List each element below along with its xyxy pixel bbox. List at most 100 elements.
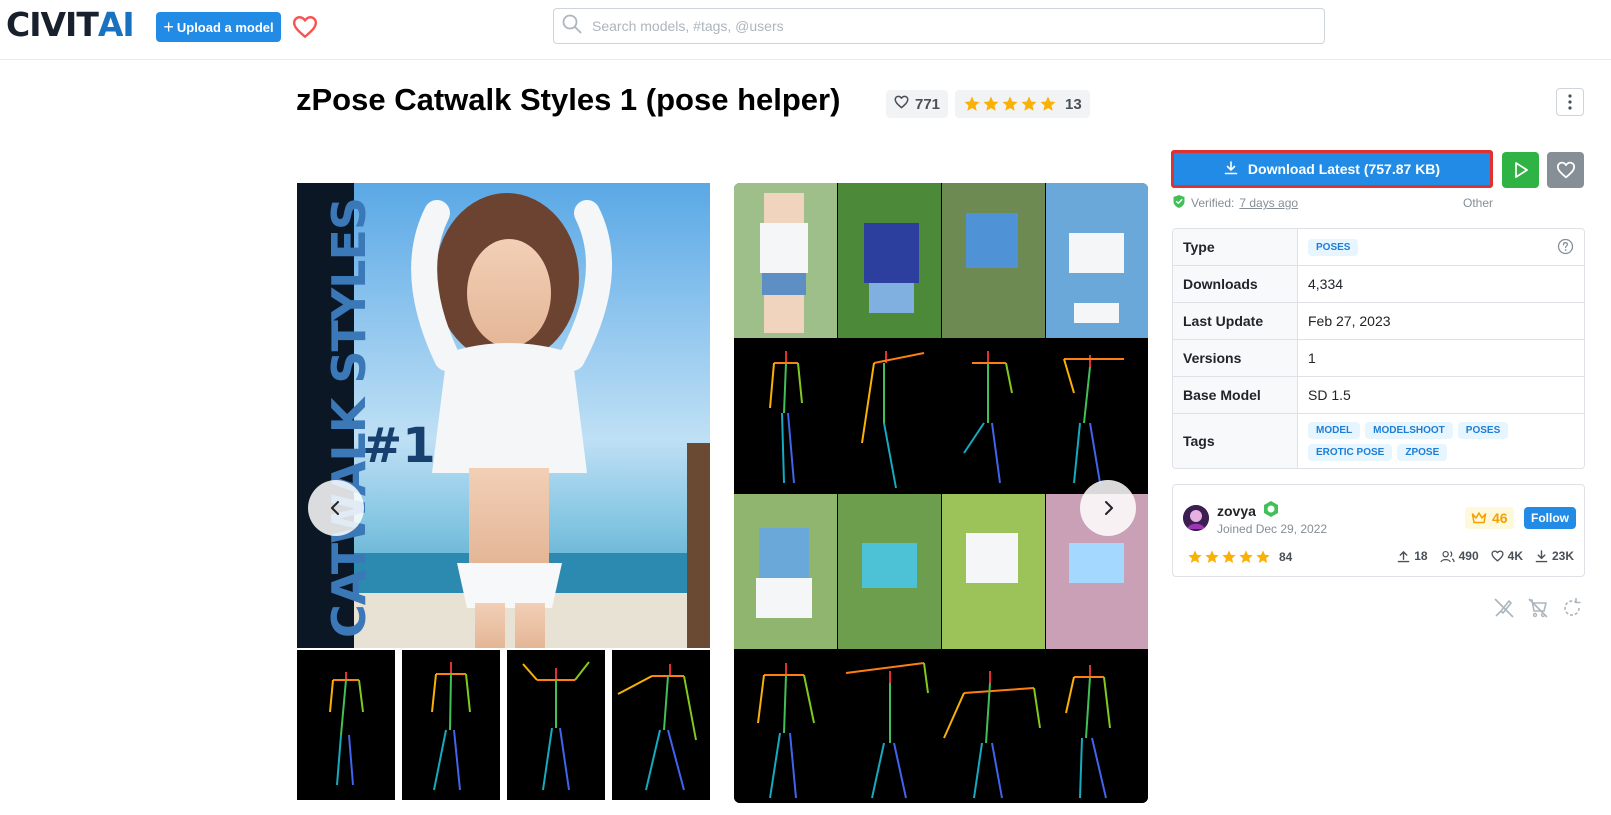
creator-downloads-stat: 23K — [1535, 549, 1574, 563]
star-icon — [1188, 550, 1202, 563]
model-details-table: Type POSES Downloads 4,334 Last Update F… — [1172, 228, 1585, 469]
license-label: Other — [1463, 196, 1494, 210]
star-icon — [1222, 550, 1236, 563]
creator-name-row: zovya — [1217, 500, 1280, 521]
heart-outline-icon — [894, 95, 909, 113]
search-icon — [562, 14, 582, 39]
upload-model-button[interactable]: + Upload a model — [156, 12, 281, 42]
creator-followers-stat: 490 — [1440, 549, 1479, 563]
civitai-logo[interactable]: CIVIT AI — [6, 5, 135, 44]
vertical-dots-icon — [1568, 94, 1572, 110]
verified-status: Verified: 7 days ago — [1172, 194, 1298, 212]
creator-joined-date: Joined Dec 29, 2022 — [1217, 522, 1328, 536]
users-icon — [1440, 550, 1455, 562]
details-value: 4,334 — [1308, 276, 1344, 292]
search-bar[interactable] — [553, 8, 1325, 44]
star-icon — [1040, 96, 1056, 111]
crown-icon — [1471, 512, 1487, 524]
creator-card: zovya Joined Dec 29, 2022 46 Follow 84 1… — [1172, 484, 1585, 577]
creator-followers-count: 490 — [1458, 549, 1479, 563]
tag-chip[interactable]: POSES — [1457, 421, 1509, 439]
details-value: POSES — [1298, 229, 1584, 265]
favorite-button[interactable] — [1547, 152, 1584, 188]
details-row-base-model: Base Model SD 1.5 — [1173, 377, 1584, 414]
rating-stars — [963, 95, 1057, 113]
plus-icon: + — [163, 17, 174, 37]
avatar[interactable] — [1183, 505, 1209, 531]
pose-thumbnail[interactable] — [507, 650, 605, 800]
carousel-next-button[interactable] — [1080, 480, 1136, 536]
tag-chip[interactable]: ZPOSE — [1397, 443, 1448, 461]
star-icon — [1239, 550, 1253, 563]
refresh-off-icon[interactable] — [1560, 596, 1584, 625]
follow-button[interactable]: Follow — [1524, 507, 1576, 529]
star-icon — [1021, 96, 1037, 111]
star-icon — [1002, 96, 1018, 111]
favorites-heart-icon[interactable] — [290, 12, 320, 42]
pose-thumbnail[interactable] — [297, 650, 395, 800]
creator-rating: 84 — [1187, 549, 1292, 565]
type-tag[interactable]: POSES — [1308, 238, 1359, 256]
details-row-type: Type POSES — [1173, 229, 1584, 266]
model-title: zPose Catwalk Styles 1 (pose helper) — [296, 82, 841, 117]
verified-time-link[interactable]: 7 days ago — [1239, 196, 1298, 210]
likes-badge[interactable]: 771 — [886, 90, 949, 118]
creator-stats: 18 490 4K 23K — [1397, 549, 1574, 563]
details-value: Feb 27, 2023 — [1308, 313, 1391, 329]
details-label: Tags — [1173, 414, 1298, 468]
details-label: Last Update — [1173, 303, 1298, 339]
download-latest-label: Download Latest (757.87 KB) — [1247, 161, 1441, 177]
creator-name[interactable]: zovya — [1217, 503, 1256, 519]
creator-likes-count: 4K — [1507, 549, 1523, 563]
heart-outline-icon — [1491, 550, 1504, 562]
creator-likes-stat: 4K — [1491, 549, 1523, 563]
likes-count: 771 — [915, 95, 941, 113]
main-preview-image[interactable]: CATWALK STYLES #1 — [297, 183, 710, 648]
download-latest-button[interactable]: Download Latest (757.87 KB) — [1171, 150, 1493, 188]
chevron-right-icon — [1105, 501, 1113, 515]
play-icon — [1514, 162, 1528, 178]
cart-off-icon[interactable] — [1526, 596, 1550, 625]
star-icon — [1205, 550, 1219, 563]
tag-list: MODEL MODELSHOOT POSES EROTIC POSE ZPOSE — [1308, 415, 1528, 468]
tag-chip[interactable]: MODELSHOOT — [1365, 421, 1453, 439]
verified-label: Verified: — [1191, 196, 1235, 210]
creator-rating-count: 84 — [1279, 550, 1293, 564]
more-options-button[interactable] — [1556, 88, 1584, 116]
cover-number-text: #1 — [362, 418, 436, 474]
run-model-button[interactable] — [1502, 152, 1539, 188]
creator-uploads-stat: 18 — [1397, 549, 1428, 563]
creator-rating-stars — [1187, 549, 1271, 565]
compatibility-icons — [1492, 596, 1584, 625]
creator-badge-icon — [1262, 500, 1280, 521]
details-label: Versions — [1173, 340, 1298, 376]
star-icon — [983, 96, 999, 111]
upload-model-label: Upload a model — [176, 19, 274, 35]
logo-text-dark: CIVIT — [6, 5, 99, 44]
download-icon — [1535, 549, 1548, 562]
heart-icon — [1556, 161, 1575, 179]
creator-uploads-count: 18 — [1414, 549, 1428, 563]
creator-downloads-count: 23K — [1551, 549, 1574, 563]
brush-off-icon[interactable] — [1492, 596, 1516, 625]
logo-text-blue: AI — [97, 5, 135, 44]
details-row-last-update: Last Update Feb 27, 2023 — [1173, 303, 1584, 340]
pose-thumbnail-strip — [297, 650, 710, 800]
upload-icon — [1397, 550, 1410, 562]
rating-badge[interactable]: 13 — [955, 90, 1090, 118]
details-row-downloads: Downloads 4,334 — [1173, 266, 1584, 303]
top-navigation-bar: CIVIT AI + Upload a model — [0, 0, 1611, 60]
details-value: SD 1.5 — [1308, 387, 1351, 403]
pose-thumbnail[interactable] — [612, 650, 710, 800]
pose-thumbnail[interactable] — [402, 650, 500, 800]
tag-chip[interactable]: MODEL — [1308, 421, 1361, 439]
creator-rank-badge: 46 — [1465, 507, 1514, 529]
search-input[interactable] — [592, 18, 1292, 34]
star-icon — [1256, 550, 1270, 563]
tag-chip[interactable]: EROTIC POSE — [1308, 443, 1393, 461]
help-circle-icon[interactable] — [1557, 238, 1574, 258]
download-icon — [1224, 160, 1238, 178]
details-label: Type — [1173, 229, 1298, 265]
details-value: 1 — [1308, 350, 1316, 366]
carousel-prev-button[interactable] — [308, 480, 364, 536]
